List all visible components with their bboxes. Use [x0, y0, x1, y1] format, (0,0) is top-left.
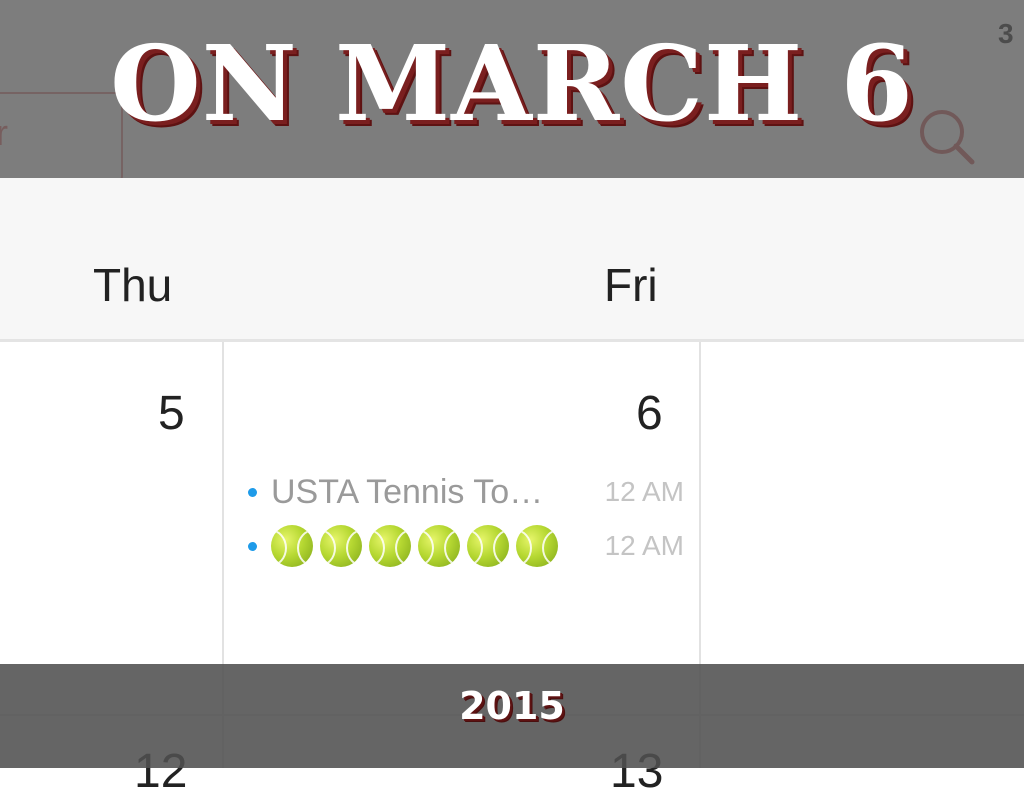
event-dot: [248, 541, 257, 551]
event-time: 12 AM: [604, 530, 684, 561]
tennis-ball-icon: [516, 525, 558, 567]
day-header-fri: Fri: [604, 259, 658, 311]
date-cell-5[interactable]: 5: [158, 386, 185, 441]
event-dot: [248, 487, 257, 497]
headline-text: ON MARCH 6: [110, 22, 914, 145]
event-title: USTA Tennis To…: [271, 472, 544, 511]
tennis-ball-icon: [418, 525, 460, 567]
event-tennis-balls[interactable]: 12 AM: [244, 525, 684, 567]
tennis-ball-icon: [320, 525, 362, 567]
tennis-ball-icon: [271, 525, 313, 567]
event-usta-tennis[interactable]: USTA Tennis To… 12 AM: [244, 472, 684, 512]
event-time: 12 AM: [604, 476, 684, 507]
date-cell-6[interactable]: 6: [636, 386, 663, 441]
event-title-emoji: [271, 525, 592, 567]
tennis-ball-icon: [369, 525, 411, 567]
day-header-thu: Thu: [93, 259, 173, 311]
year-caption: 2015: [459, 684, 565, 728]
tennis-ball-icon: [467, 525, 509, 567]
